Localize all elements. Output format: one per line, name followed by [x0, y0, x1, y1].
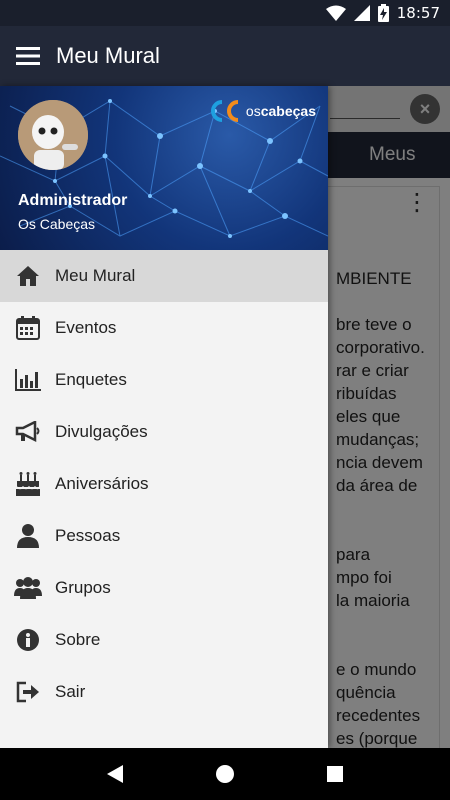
menu-item-divulgacoes[interactable]: Divulgações [0, 406, 328, 458]
menu-item-sair[interactable]: Sair [0, 666, 328, 718]
menu-item-label: Sobre [55, 630, 101, 649]
status-time: 18:57 [396, 4, 440, 22]
wifi-icon [325, 5, 346, 21]
user-name: Administrador [18, 192, 128, 209]
home-icon [14, 262, 42, 290]
cell-signal-icon [353, 5, 370, 21]
menu-item-label: Eventos [55, 318, 117, 337]
menu-item-grupos[interactable]: Grupos [0, 562, 328, 614]
status-bar: 18:57 [0, 0, 450, 26]
app-bar: Meu Mural [0, 26, 450, 86]
menu-item-label: Aniversários [55, 474, 149, 493]
users-icon [14, 574, 42, 602]
info-icon [14, 626, 42, 654]
bar-chart-icon [14, 366, 42, 394]
menu-item-label: Meu Mural [55, 266, 136, 285]
logo-text: oscabeças [245, 103, 316, 119]
avatar[interactable] [18, 100, 88, 170]
menu-item-label: Enquetes [55, 370, 127, 389]
oscabecas-logo-icon [210, 100, 239, 122]
drawer-menu: Meu Mural Eventos Enquetes Divulgações A… [0, 250, 328, 718]
robot-avatar-image [18, 100, 88, 170]
menu-item-sobre[interactable]: Sobre [0, 614, 328, 666]
menu-item-pessoas[interactable]: Pessoas [0, 510, 328, 562]
user-organization: Os Cabeças [18, 216, 96, 232]
company-logo: oscabeças [208, 98, 316, 124]
calendar-icon [14, 314, 42, 342]
home-nav-icon[interactable] [205, 754, 245, 794]
menu-item-eventos[interactable]: Eventos [0, 302, 328, 354]
app-title: Meu Mural [56, 43, 160, 68]
recents-icon[interactable] [315, 754, 355, 794]
sign-out-icon [14, 678, 42, 706]
back-icon[interactable] [95, 754, 135, 794]
system-nav-bar [0, 748, 450, 800]
menu-item-meu-mural[interactable]: Meu Mural [0, 250, 328, 302]
navigation-drawer: oscabeças Administrador Os Cabeças Meu M… [0, 86, 328, 748]
menu-item-aniversarios[interactable]: Aniversários [0, 458, 328, 510]
screen: 18:57 Meu Mural × s Meus ⋮ MBIENTEbre te… [0, 0, 450, 800]
megaphone-icon [14, 418, 42, 446]
birthday-cake-icon [14, 470, 42, 498]
menu-item-label: Grupos [55, 578, 111, 597]
battery-charging-icon [377, 4, 389, 22]
drawer-header: oscabeças Administrador Os Cabeças [0, 86, 328, 250]
user-icon [14, 522, 42, 550]
menu-item-label: Pessoas [55, 526, 121, 545]
menu-item-label: Divulgações [55, 422, 148, 441]
menu-icon[interactable] [0, 26, 56, 86]
menu-item-label: Sair [55, 682, 86, 701]
menu-item-enquetes[interactable]: Enquetes [0, 354, 328, 406]
